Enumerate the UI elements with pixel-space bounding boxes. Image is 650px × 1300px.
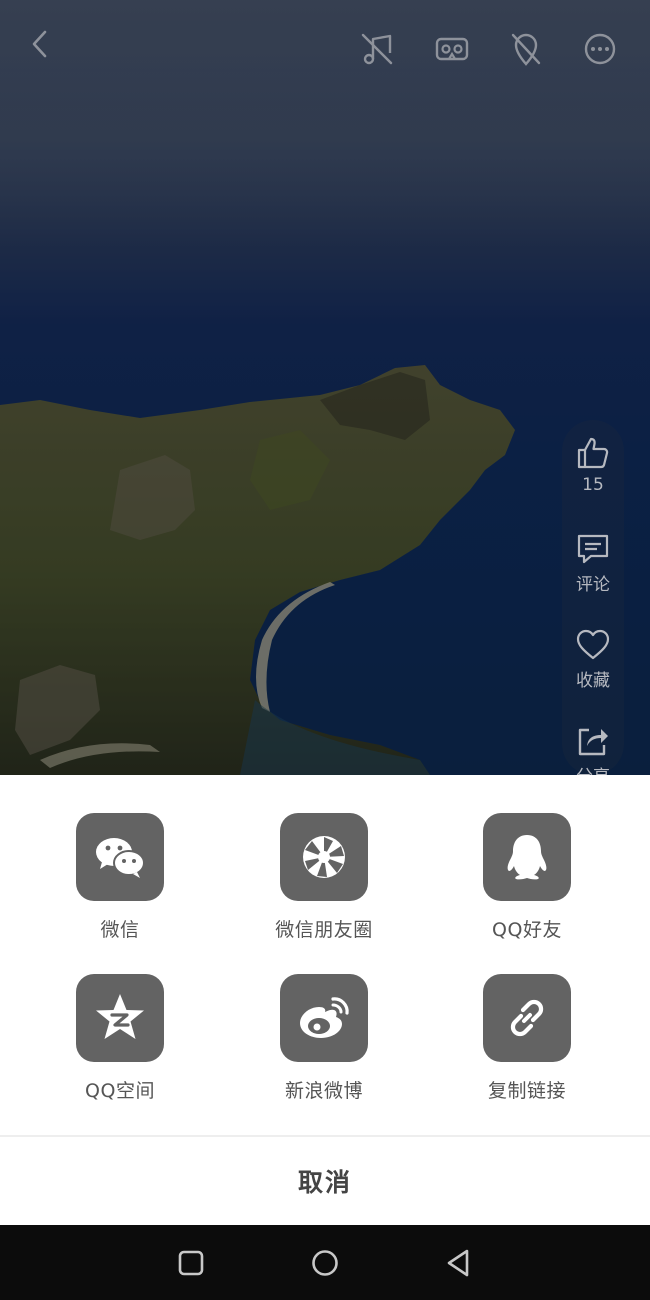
share-qq[interactable]: QQ好友 — [437, 813, 617, 942]
like-button[interactable]: 15 — [562, 435, 624, 495]
weibo-tile[interactable] — [280, 974, 368, 1062]
share-weibo[interactable]: 新浪微博 — [234, 974, 414, 1103]
share-label-qq: QQ好友 — [492, 919, 562, 941]
share-sheet: 微信 微信朋友圈 QQ好友 QQ空间 新浪微博 复制链接 取消 — [0, 775, 650, 1225]
vr-headset-icon[interactable] — [430, 27, 474, 71]
heart-icon — [576, 629, 610, 660]
qq-tile[interactable] — [483, 813, 571, 901]
share-qzone[interactable]: QQ空间 — [30, 974, 210, 1103]
wechat-tile[interactable] — [76, 813, 164, 901]
cancel-button[interactable]: 取消 — [0, 1137, 650, 1225]
qzone-icon — [96, 994, 144, 1039]
wechat-icon — [96, 838, 145, 878]
favorite-label: 收藏 — [576, 671, 610, 691]
location-off-icon[interactable] — [504, 27, 548, 71]
panorama-photo[interactable] — [0, 0, 650, 775]
system-nav-bar — [0, 1225, 650, 1300]
share-button[interactable]: 分享 — [562, 724, 624, 775]
link-icon — [510, 999, 544, 1037]
home-icon[interactable] — [305, 1243, 345, 1283]
music-off-icon[interactable] — [355, 27, 399, 71]
share-label-copy-link: 复制链接 — [487, 1080, 566, 1102]
thumbs-up-icon — [577, 437, 609, 469]
share-moments[interactable]: 微信朋友圈 — [234, 813, 414, 942]
top-bar — [0, 0, 650, 100]
weibo-icon — [300, 997, 349, 1038]
back-icon[interactable] — [18, 22, 62, 66]
favorite-button[interactable]: 收藏 — [562, 628, 624, 691]
share-copy-link[interactable]: 复制链接 — [437, 974, 617, 1103]
share-label-qzone: QQ空间 — [85, 1080, 155, 1102]
action-rail: 15 评论 收藏 分享 — [562, 420, 624, 775]
copy-link-tile[interactable] — [483, 974, 571, 1062]
qq-icon — [507, 835, 547, 880]
nav-back-icon[interactable] — [438, 1243, 478, 1283]
comment-button[interactable]: 评论 — [562, 532, 624, 595]
share-wechat[interactable]: 微信 — [30, 813, 210, 942]
comment-label: 评论 — [576, 575, 610, 595]
moments-tile[interactable] — [280, 813, 368, 901]
qzone-tile[interactable] — [76, 974, 164, 1062]
photo-dim-overlay — [0, 0, 650, 775]
share-icon — [578, 728, 608, 756]
like-count: 15 — [582, 475, 604, 495]
comment-icon — [577, 534, 609, 564]
share-label-weibo: 新浪微博 — [284, 1080, 363, 1102]
share-label-moments: 微信朋友圈 — [275, 919, 373, 941]
more-icon[interactable] — [578, 27, 622, 71]
moments-icon — [303, 836, 345, 878]
share-label-wechat: 微信 — [100, 919, 140, 941]
recents-icon[interactable] — [171, 1243, 211, 1283]
share-label: 分享 — [576, 767, 610, 775]
